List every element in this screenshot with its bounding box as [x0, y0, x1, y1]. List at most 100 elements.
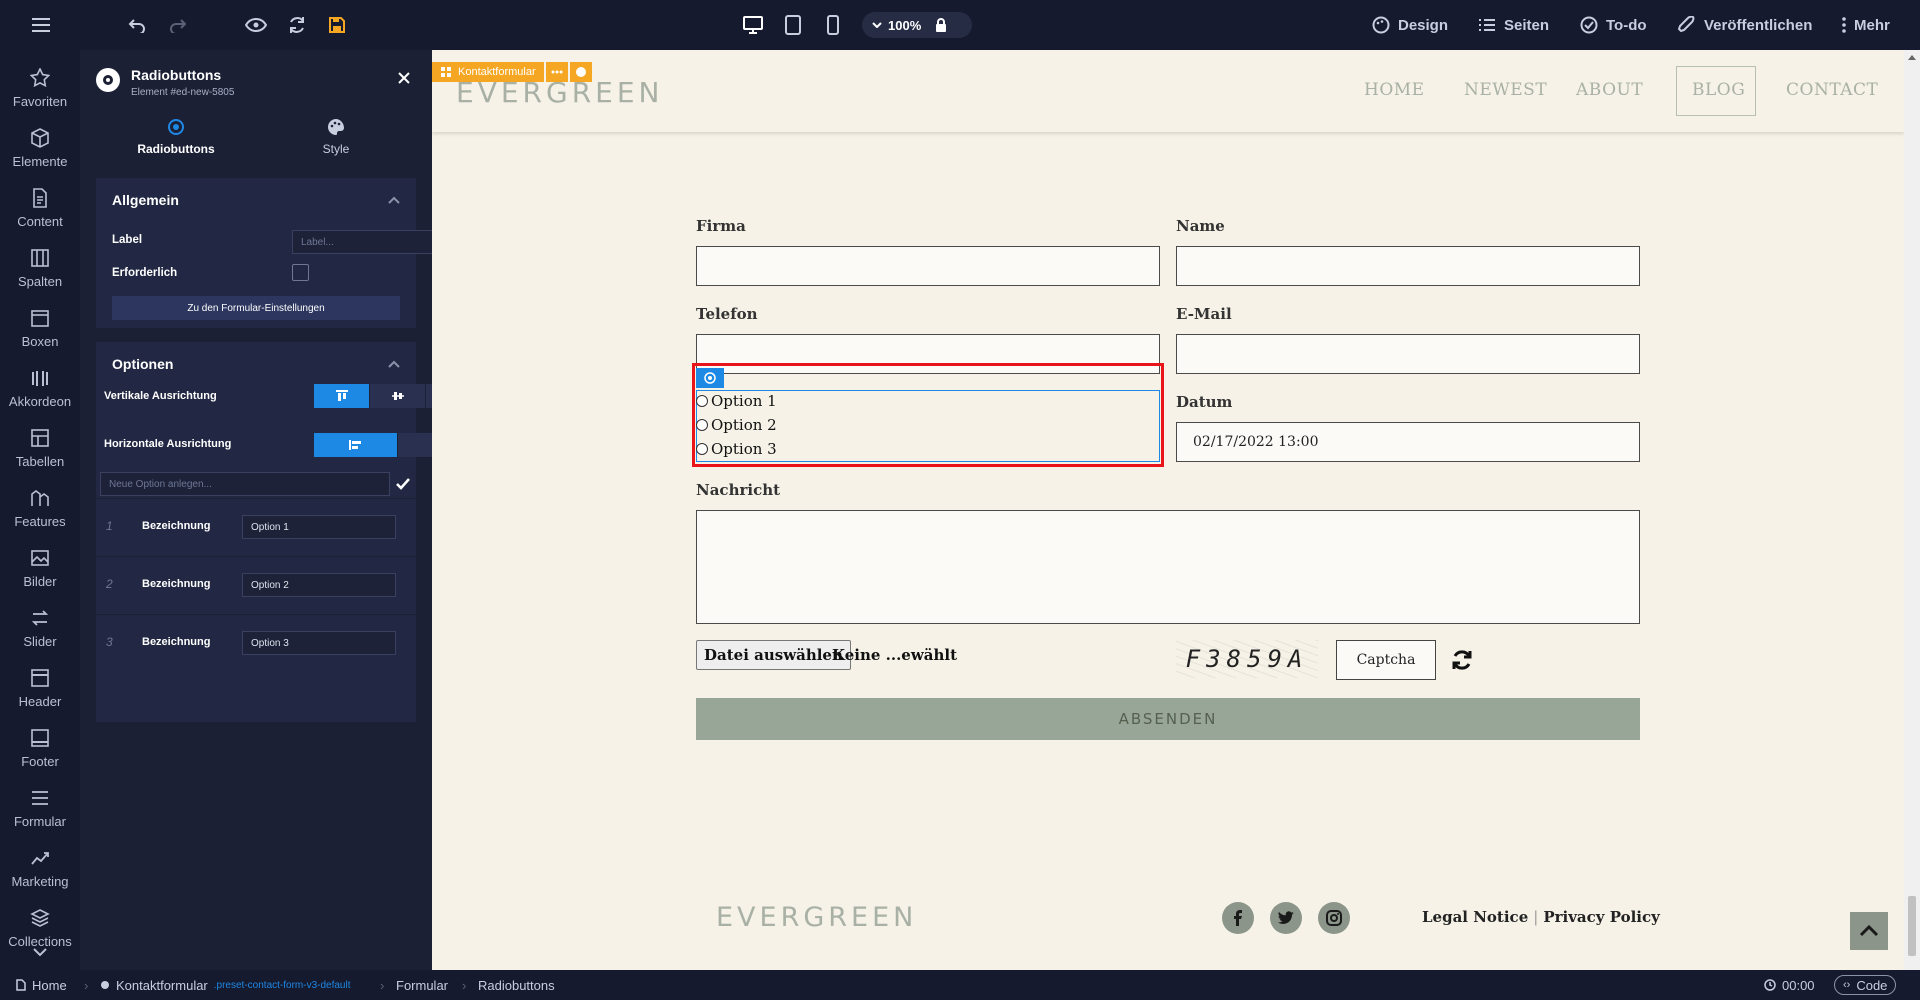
rail-item-content[interactable]: Content — [0, 178, 80, 238]
radio-circle[interactable] — [696, 419, 708, 431]
preview-eye-icon[interactable] — [241, 10, 271, 40]
footer-logo[interactable]: EVERGREEN — [716, 902, 917, 933]
new-option-input[interactable]: Neue Option anlegen... — [100, 472, 390, 496]
element-tag[interactable]: Kontaktformular — [432, 62, 544, 82]
scroll-up-arrow-icon[interactable] — [1908, 54, 1916, 60]
save-icon[interactable] — [322, 10, 352, 40]
rail-item-label: Collections — [8, 934, 72, 949]
rail-item-favoriten[interactable]: Favoriten — [0, 58, 80, 118]
nav-link-contact[interactable]: CONTACT — [1786, 80, 1878, 100]
breadcrumb-kontaktformular[interactable]: Kontaktformular .preset-contact-form-v3-… — [100, 970, 350, 1000]
menu-icon[interactable] — [26, 10, 56, 40]
rail-item-akkordeon[interactable]: Akkordeon — [0, 358, 80, 418]
check-circle-icon — [1580, 16, 1598, 34]
privacy-policy-link[interactable]: Privacy Policy — [1543, 908, 1660, 926]
captcha-input[interactable]: Captcha — [1336, 640, 1436, 680]
facebook-icon[interactable] — [1222, 902, 1254, 934]
zoom-selector[interactable]: 100% — [862, 12, 972, 38]
telefon-label: Telefon — [696, 305, 758, 323]
refresh-icon[interactable] — [282, 10, 312, 40]
nav-link-about[interactable]: ABOUT — [1576, 80, 1643, 100]
align-top-button[interactable] — [314, 384, 370, 408]
breadcrumb-kontaktformular-label: Kontaktformular — [116, 977, 208, 993]
datum-input[interactable]: 02/17/2022 13:00 — [1176, 422, 1640, 462]
general-section-header[interactable]: Allgemein — [96, 178, 416, 222]
radio-option[interactable]: Option 3 — [696, 440, 777, 458]
redo-icon[interactable] — [163, 10, 193, 40]
nav-link-home[interactable]: HOME — [1364, 80, 1425, 100]
email-input[interactable] — [1176, 334, 1640, 374]
rail-item-marketing[interactable]: Marketing — [0, 838, 80, 898]
close-icon[interactable] — [398, 72, 410, 84]
radio-element-handle[interactable] — [696, 368, 724, 388]
pages-button[interactable]: Seiten — [1478, 10, 1549, 40]
option-value-input[interactable]: Option 3 — [242, 631, 396, 655]
file-choose-button[interactable]: Datei auswählen — [696, 640, 851, 670]
rail-item-tabellen[interactable]: Tabellen — [0, 418, 80, 478]
breadcrumb-formular[interactable]: Formular — [396, 970, 448, 1000]
radio-tab-icon — [168, 119, 184, 135]
rail-item-slider[interactable]: Slider — [0, 598, 80, 658]
firma-input[interactable] — [696, 246, 1160, 286]
breadcrumb-home-label: Home — [32, 977, 67, 993]
captcha-reload-icon[interactable] — [1450, 648, 1474, 672]
breadcrumb-home[interactable]: Home — [16, 970, 67, 1000]
todo-button[interactable]: To-do — [1580, 10, 1647, 40]
more-button[interactable]: Mehr — [1842, 10, 1890, 40]
code-button[interactable]: ‹› Code — [1834, 975, 1897, 995]
radio-option[interactable]: Option 2 — [696, 416, 777, 434]
rail-item-spalten[interactable]: Spalten — [0, 238, 80, 298]
firma-label: Firma — [696, 217, 746, 235]
scroll-to-top-button[interactable] — [1850, 912, 1888, 950]
align-left-button[interactable] — [314, 433, 398, 457]
twitter-icon[interactable] — [1270, 902, 1302, 934]
tag-style-icon[interactable] — [569, 62, 592, 82]
nachricht-textarea[interactable] — [696, 510, 1640, 624]
rail-item-label: Bilder — [23, 574, 57, 589]
publish-button[interactable]: Veröffentlichen — [1678, 10, 1812, 40]
confirm-check-icon[interactable] — [396, 478, 410, 490]
undo-icon[interactable] — [122, 10, 152, 40]
rail-item-bilder[interactable]: Bilder — [0, 538, 80, 598]
lock-icon[interactable] — [935, 18, 947, 32]
tablet-view-icon[interactable] — [778, 10, 808, 40]
captcha-code: F3859A — [1185, 645, 1309, 673]
radio-circle[interactable] — [696, 395, 708, 407]
mobile-view-icon[interactable] — [818, 10, 848, 40]
canvas-scrollbar[interactable] — [1904, 50, 1920, 970]
rail-item-boxen[interactable]: Boxen — [0, 298, 80, 358]
rail-item-features[interactable]: Features — [0, 478, 80, 538]
name-input[interactable] — [1176, 246, 1640, 286]
required-checkbox[interactable] — [292, 264, 309, 281]
form-settings-button[interactable]: Zu den Formular-Einstellungen — [112, 296, 400, 320]
tab-style[interactable]: Style — [256, 118, 416, 168]
instagram-icon[interactable] — [1318, 902, 1350, 934]
radio-circle[interactable] — [696, 443, 708, 455]
tag-more-icon[interactable] — [545, 62, 568, 82]
radio-option-label: Option 1 — [711, 392, 777, 410]
options-section-header[interactable]: Optionen — [96, 342, 416, 386]
chevron-down-icon — [872, 22, 882, 28]
document-icon — [33, 188, 47, 208]
legal-notice-link[interactable]: Legal Notice — [1422, 908, 1528, 926]
option-value-input[interactable]: Option 2 — [242, 573, 396, 597]
rail-item-elemente[interactable]: Elemente — [0, 118, 80, 178]
rail-item-footer[interactable]: Footer — [0, 718, 80, 778]
breadcrumb-radiobuttons[interactable]: Radiobuttons — [478, 970, 555, 1000]
option-index: 3 — [106, 635, 113, 649]
rail-item-formular[interactable]: Formular — [0, 778, 80, 838]
rail-item-header[interactable]: Header — [0, 658, 80, 718]
nav-link-newest[interactable]: NEWEST — [1464, 80, 1547, 100]
submit-button[interactable]: ABSENDEN — [696, 698, 1640, 740]
code-label: Code — [1856, 977, 1888, 993]
radio-option[interactable]: Option 1 — [696, 392, 777, 410]
scrollbar-thumb[interactable] — [1908, 896, 1916, 956]
list-icon — [1479, 19, 1495, 31]
page-icon — [16, 979, 26, 991]
tab-radiobuttons[interactable]: Radiobuttons — [96, 118, 256, 168]
option-value-input[interactable]: Option 1 — [242, 515, 396, 539]
desktop-view-icon[interactable] — [738, 10, 768, 40]
align-middle-button[interactable] — [370, 384, 426, 408]
design-button[interactable]: Design — [1372, 10, 1448, 40]
rail-scroll-down-icon[interactable] — [33, 948, 47, 956]
